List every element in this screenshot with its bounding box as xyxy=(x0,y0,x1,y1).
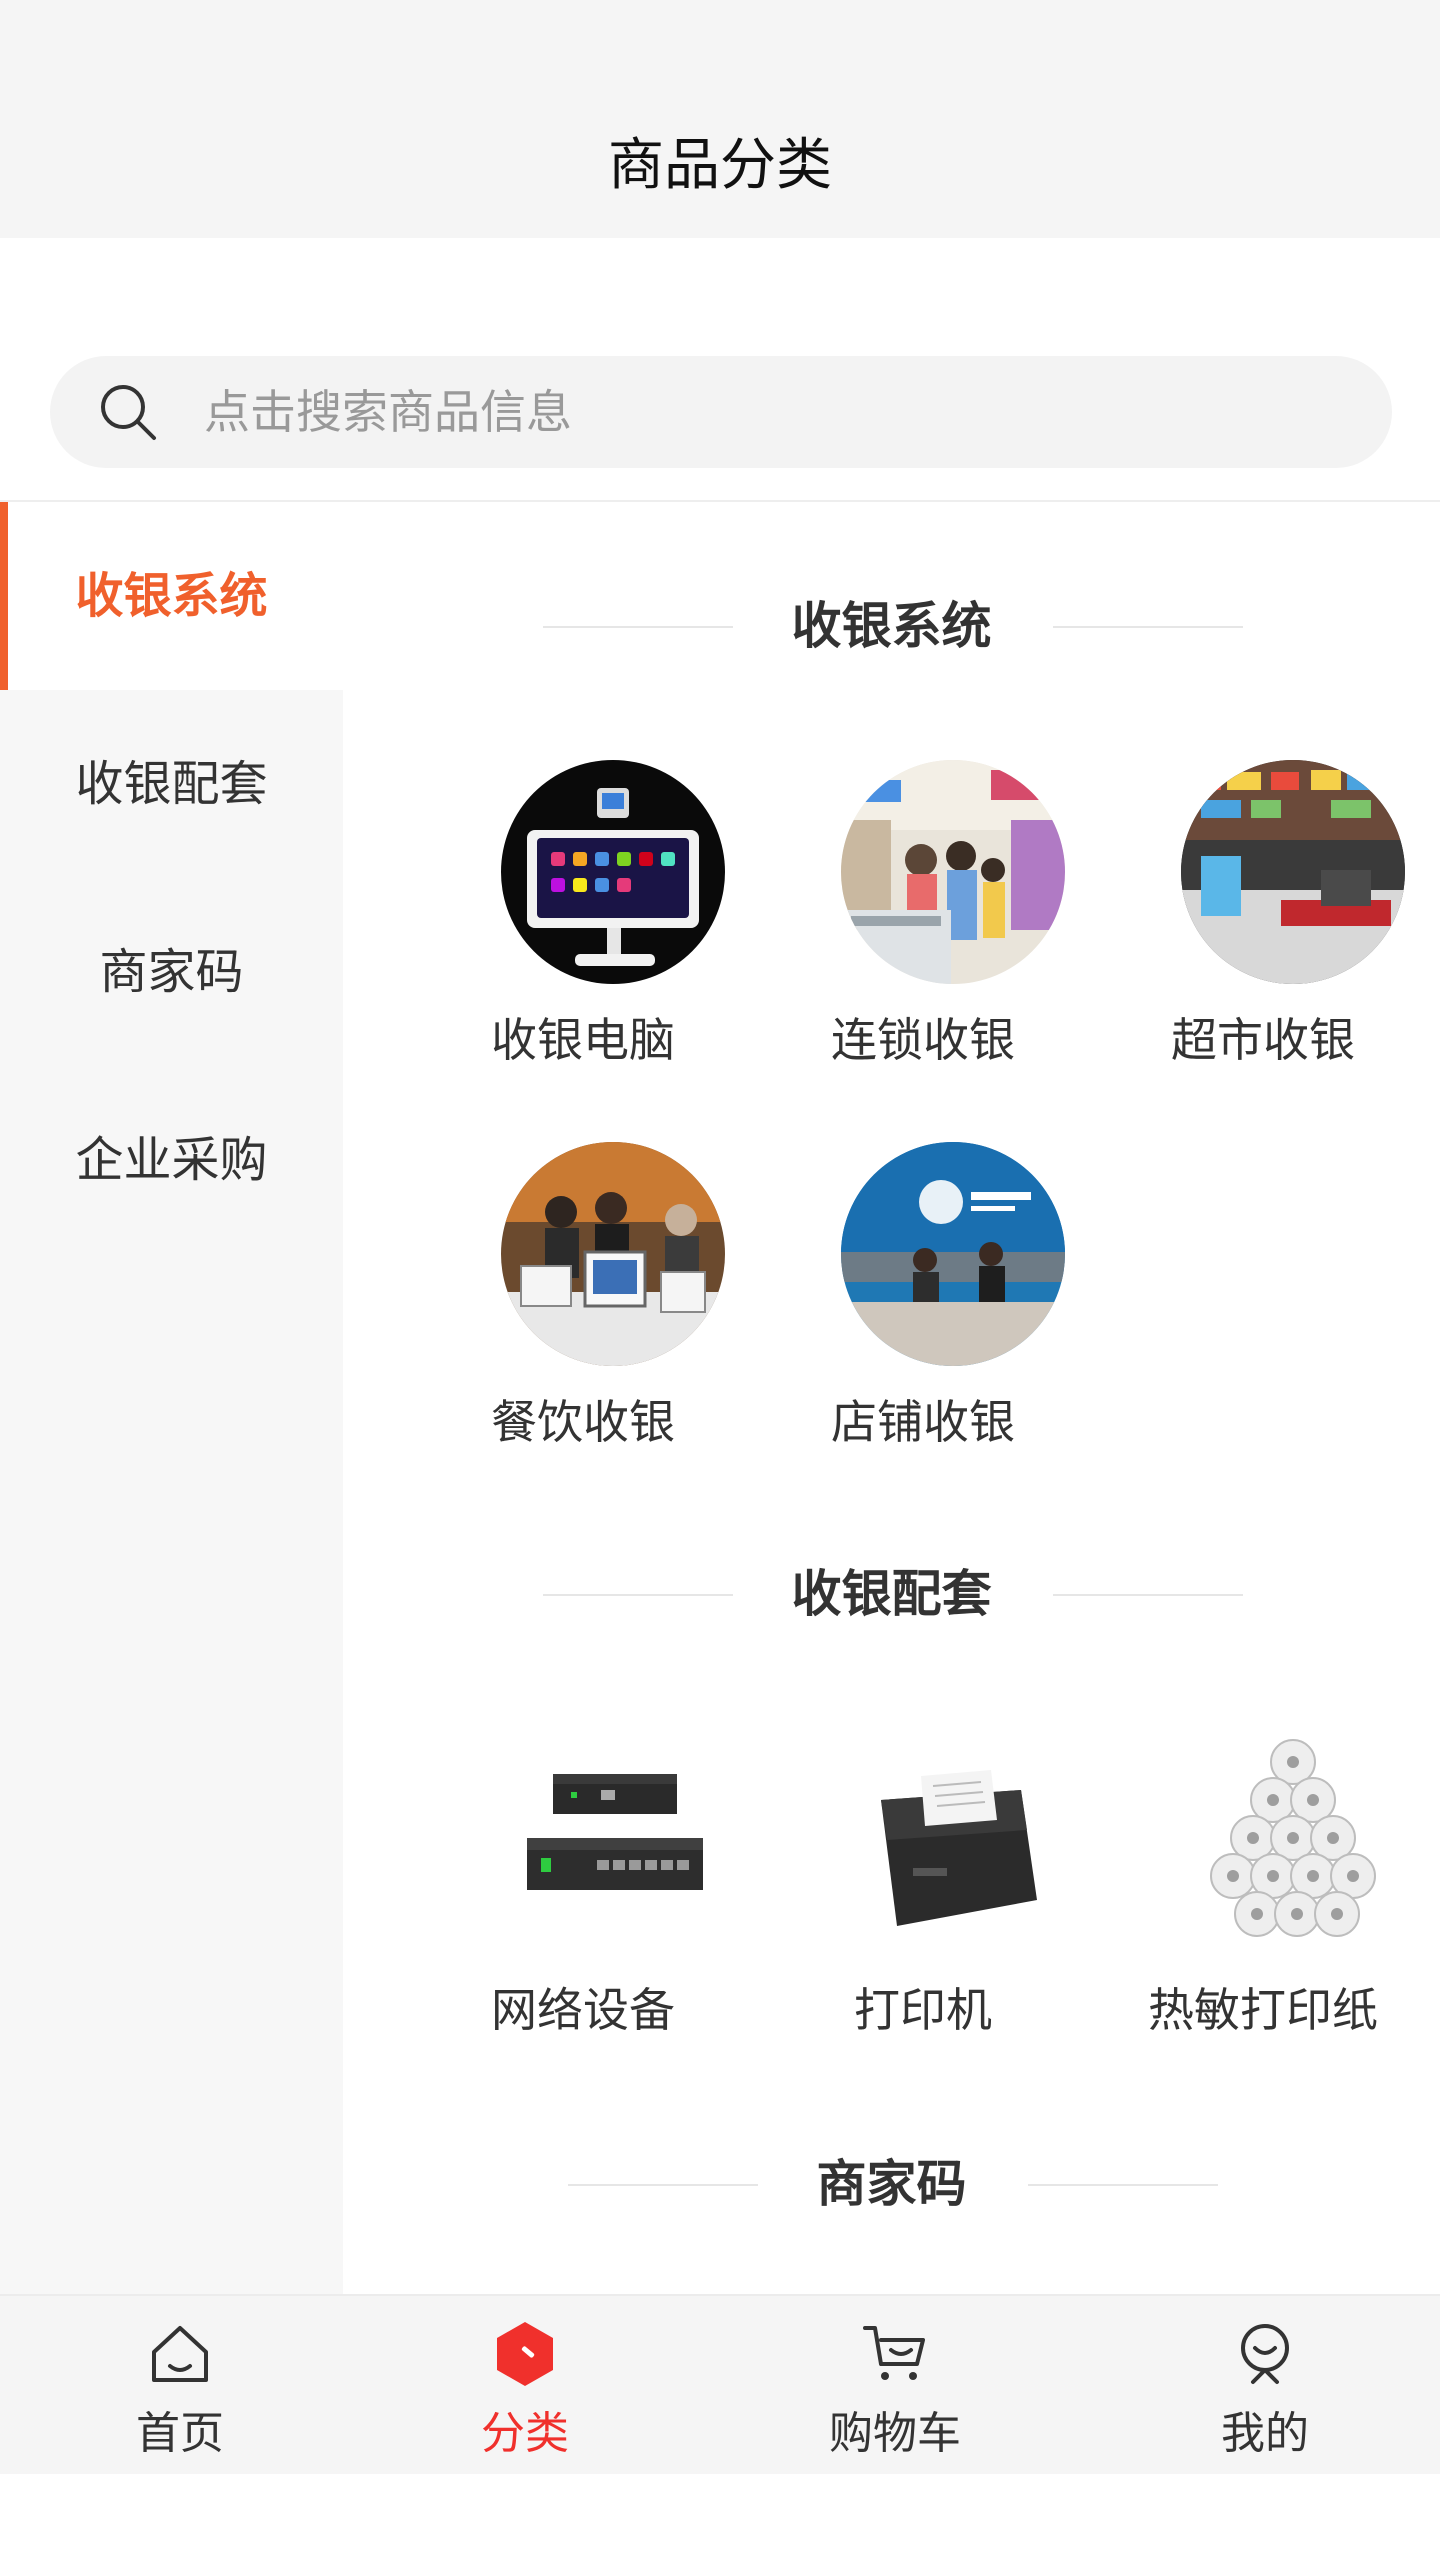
tab-label: 首页 xyxy=(136,2408,224,2459)
divider xyxy=(1053,626,1243,628)
search-placeholder: 点击搜索商品信息 xyxy=(204,385,572,439)
sidebar-item-label: 收银系统 xyxy=(75,568,268,624)
tab-cart[interactable]: 购物车 xyxy=(715,2296,1075,2476)
section-title: 商家码 xyxy=(816,2155,967,2213)
bottom-tab-bar: 首页 分类 购物车 我的 xyxy=(0,2294,1440,2474)
sidebar-item-label: 企业采购 xyxy=(75,1132,268,1188)
category-item[interactable]: 热敏打印纸 xyxy=(1093,1730,1433,2060)
page-header: 商品分类 xyxy=(0,0,1440,238)
search-input[interactable]: 点击搜索商品信息 xyxy=(50,356,1392,468)
section-header: 收银系统 xyxy=(343,586,1440,666)
thermal-paper-rolls-image xyxy=(1181,1730,1405,1954)
profile-icon xyxy=(1241,2324,1289,2384)
tab-label: 购物车 xyxy=(829,2408,961,2459)
restaurant-pos-image xyxy=(501,1142,725,1366)
sidebar-item-label: 收银配套 xyxy=(75,756,268,812)
search-icon xyxy=(101,385,156,440)
section-header: 收银配套 xyxy=(343,1554,1440,1634)
section-title: 收银系统 xyxy=(791,597,992,655)
category-item[interactable]: 店铺收银 xyxy=(753,1142,1093,1472)
tab-home[interactable]: 首页 xyxy=(0,2296,360,2476)
tab-label: 我的 xyxy=(1221,2408,1309,2459)
category-item[interactable]: 餐饮收银 xyxy=(413,1142,753,1472)
category-icon xyxy=(497,2322,553,2386)
category-item[interactable]: 网络设备 xyxy=(413,1730,753,2060)
sidebar-item-enterprise-purchase[interactable]: 企业采购 xyxy=(0,1066,343,1254)
divider xyxy=(1053,1594,1243,1596)
receipt-printer-image xyxy=(841,1730,1065,1954)
page-title: 商品分类 xyxy=(608,133,832,198)
section-title: 收银配套 xyxy=(791,1565,992,1623)
sidebar-item-merchant-code[interactable]: 商家码 xyxy=(0,878,343,1066)
network-switch-image xyxy=(501,1730,725,1954)
tab-category[interactable]: 分类 xyxy=(345,2296,705,2476)
category-item-label: 超市收银 xyxy=(1171,1013,1355,1067)
sidebar-item-cash-register-system[interactable]: 收银系统 xyxy=(0,502,343,690)
category-item[interactable]: 超市收银 xyxy=(1093,760,1433,1090)
supermarket-checkout-image xyxy=(1181,760,1405,984)
category-item[interactable]: 收银电脑 xyxy=(413,760,753,1090)
tab-profile[interactable]: 我的 xyxy=(1085,2296,1440,2476)
section-header: 商家码 xyxy=(343,2144,1440,2224)
pos-terminal-image xyxy=(501,760,725,984)
category-item[interactable]: 连锁收银 xyxy=(753,760,1093,1090)
divider xyxy=(1028,2184,1218,2186)
cart-icon xyxy=(863,2326,925,2380)
sidebar-item-label: 商家码 xyxy=(99,944,244,1000)
tab-label: 分类 xyxy=(481,2408,569,2459)
chain-store-checkout-image xyxy=(841,760,1065,984)
category-item-label: 店铺收银 xyxy=(831,1395,1015,1449)
category-item-label: 热敏打印纸 xyxy=(1148,1983,1378,2037)
category-content: 收银系统 收银电脑 连锁收银 超市收银 餐饮收银 店铺收银 收银配套 网络设备 … xyxy=(343,502,1440,2294)
home-icon xyxy=(152,2326,208,2382)
search-section: 点击搜索商品信息 xyxy=(0,238,1440,502)
category-item[interactable]: 打印机 xyxy=(753,1730,1093,2060)
sidebar-item-cash-register-accessories[interactable]: 收银配套 xyxy=(0,690,343,878)
category-sidebar: 收银系统 收银配套 商家码 企业采购 xyxy=(0,502,343,2294)
shop-cashier-desk-image xyxy=(841,1142,1065,1366)
